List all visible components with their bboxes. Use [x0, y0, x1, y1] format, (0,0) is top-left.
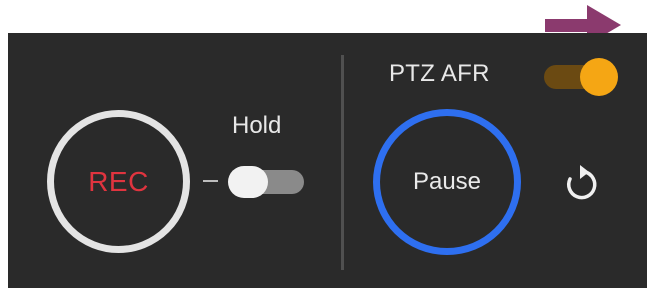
- rotate-right-icon[interactable]: [560, 162, 604, 206]
- hold-label: Hold: [232, 112, 282, 139]
- hold-toggle[interactable]: [228, 166, 306, 198]
- ptz-afr-toggle[interactable]: [542, 56, 620, 96]
- rec-button-label: REC: [88, 165, 149, 197]
- screen: REC Hold PTZ AFR Pause: [0, 0, 647, 288]
- ptz-afr-label: PTZ AFR: [389, 60, 490, 87]
- hold-connector-dash: [203, 180, 218, 182]
- pause-button-label: Pause: [412, 168, 482, 195]
- rec-button[interactable]: REC: [47, 110, 190, 253]
- pause-button[interactable]: Pause: [373, 109, 521, 255]
- hold-toggle-knob: [228, 166, 268, 198]
- ptz-afr-toggle-knob: [580, 58, 618, 96]
- section-divider: [341, 55, 344, 270]
